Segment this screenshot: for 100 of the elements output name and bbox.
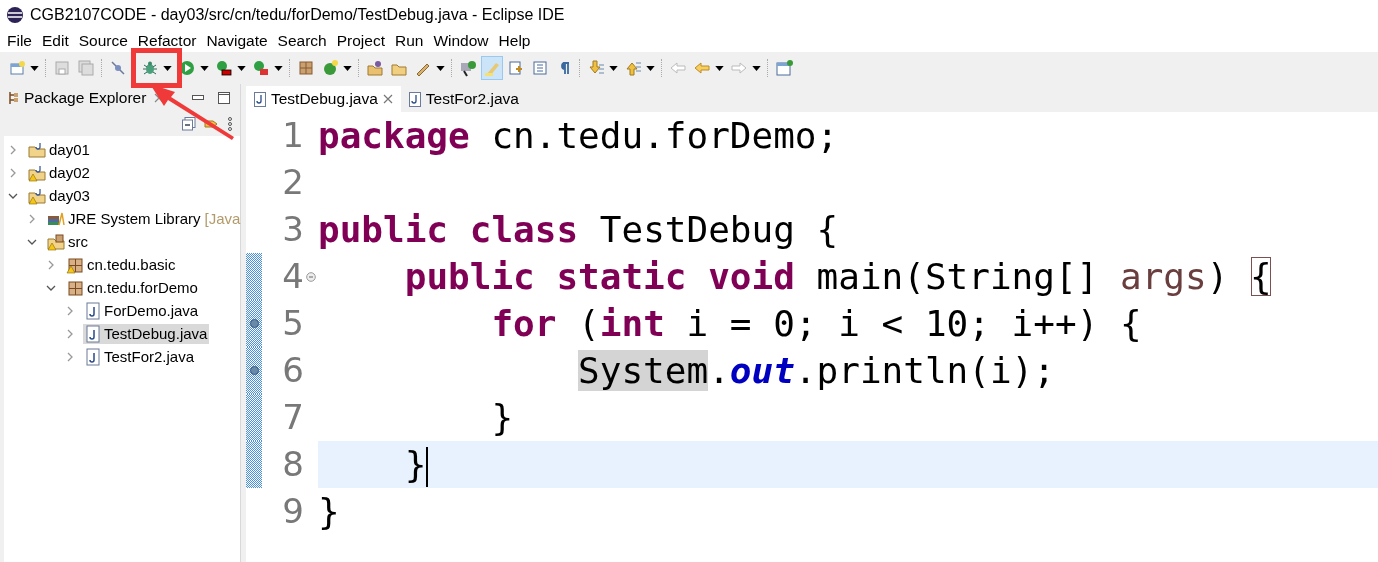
close-icon[interactable] <box>382 94 393 104</box>
line-number: 3 <box>282 208 304 251</box>
block-icon <box>507 59 525 77</box>
menu-item[interactable]: Window <box>428 32 494 50</box>
tree-item[interactable]: day01 <box>26 139 92 160</box>
range-marker <box>246 441 262 488</box>
project-folder-icon <box>28 186 46 205</box>
menu-item[interactable]: Source <box>73 32 133 50</box>
expand-chevron-icon[interactable] <box>8 167 18 178</box>
dropdown-caret-icon[interactable] <box>163 65 172 71</box>
menu-item[interactable]: Search <box>272 32 332 50</box>
dropdown-caret-icon[interactable] <box>436 65 445 71</box>
next-annotation-icon <box>587 59 605 77</box>
expand-chevron-icon[interactable] <box>46 259 56 270</box>
tree-item-decoration: [Java <box>204 210 241 227</box>
dropdown-caret-icon[interactable] <box>646 65 655 71</box>
collapse-all-icon[interactable] <box>182 117 196 131</box>
breakpoint-icon <box>109 59 127 77</box>
expand-chevron-icon[interactable] <box>27 213 37 224</box>
tree-item[interactable]: TestFor2.java <box>83 346 197 367</box>
code-line: } <box>490 397 514 438</box>
occurrence-marker <box>249 366 259 375</box>
run-coverage-icon <box>215 59 233 77</box>
menu-item[interactable]: Navigate <box>201 32 273 50</box>
tree-item[interactable]: JRE System Library <box>45 208 203 229</box>
line-number: 8 <box>282 443 304 486</box>
code-line: System.out.println(i); <box>577 350 1055 391</box>
line-number: 4 <box>282 255 304 298</box>
save-icon <box>53 59 71 77</box>
back-arrow-icon <box>693 59 711 77</box>
source-folder-icon <box>47 232 65 251</box>
dropdown-caret-icon[interactable] <box>237 65 246 71</box>
dropdown-caret-icon[interactable] <box>609 65 618 71</box>
new-class-icon <box>321 59 339 77</box>
text-cursor <box>426 447 429 487</box>
tree-item[interactable]: cn.tedu.basic <box>64 254 178 275</box>
tree-item[interactable]: cn.tedu.forDemo <box>64 277 200 298</box>
menu-item[interactable]: Edit <box>37 32 74 50</box>
occurrence-marker <box>249 319 259 328</box>
new-file-icon <box>8 59 26 77</box>
list-icon <box>531 59 549 77</box>
previous-annotation-icon <box>624 59 642 77</box>
expand-chevron-icon[interactable] <box>8 144 18 155</box>
menu-item[interactable]: File <box>2 32 37 50</box>
menu-item[interactable]: Run <box>390 32 429 50</box>
menu-item[interactable]: Refactor <box>132 32 202 50</box>
window-title: CGB2107CODE - day03/src/cn/tedu/forDemo/TestDebug.java - Eclipse IDE <box>30 6 565 24</box>
tree-item[interactable]: day02 <box>26 162 92 183</box>
dropdown-caret-icon[interactable] <box>752 65 761 71</box>
project-folder-icon <box>28 163 46 182</box>
dropdown-caret-icon[interactable] <box>715 65 724 71</box>
range-marker <box>246 394 262 441</box>
minimize-icon[interactable] <box>192 95 204 101</box>
editor-tab[interactable]: TestDebug.java <box>246 86 401 112</box>
panel-title: Package Explorer <box>24 89 147 107</box>
line-number: 6 <box>282 349 304 392</box>
tree-item[interactable]: ForDemo.java <box>83 300 201 321</box>
line-number: 7 <box>282 396 304 439</box>
dropdown-caret-icon[interactable] <box>30 65 39 71</box>
package-explorer-icon <box>8 91 20 105</box>
expand-chevron-icon[interactable] <box>65 328 75 339</box>
dropdown-caret-icon[interactable] <box>274 65 283 71</box>
bug-icon <box>141 59 159 77</box>
code-line: } <box>403 444 427 485</box>
code-line: for (int i = 0; i < 10; i++) { <box>490 303 1142 344</box>
java-file-icon <box>408 91 421 107</box>
run-tool-icon <box>252 59 270 77</box>
tree-item[interactable]: TestDebug.java <box>83 323 210 344</box>
line-number: 2 <box>282 161 304 204</box>
range-marker <box>246 253 262 300</box>
package-icon <box>66 255 84 274</box>
task-icon <box>459 59 477 77</box>
java-file-icon <box>85 301 101 320</box>
eclipse-logo-icon <box>6 6 24 24</box>
maximize-icon[interactable] <box>218 92 230 104</box>
menu-item[interactable]: Project <box>331 32 390 50</box>
view-menu-icon[interactable] <box>228 117 232 131</box>
java-file-icon <box>85 324 101 343</box>
dropdown-caret-icon[interactable] <box>343 65 352 71</box>
code-line: } <box>318 491 340 532</box>
project-folder-icon <box>28 140 46 159</box>
code-line: public class TestDebug { <box>318 209 839 250</box>
expand-chevron-icon[interactable] <box>65 351 75 362</box>
code-line: package cn.tedu.forDemo; <box>318 115 839 156</box>
fold-collapse-icon[interactable] <box>306 271 316 282</box>
save-all-icon <box>77 59 95 77</box>
window-icon <box>775 59 793 77</box>
open-project-icon <box>366 59 384 77</box>
tree-item[interactable]: day03 <box>26 185 92 206</box>
tree-item[interactable]: src <box>45 231 90 252</box>
package-icon <box>66 278 84 297</box>
package-icon <box>297 59 315 77</box>
line-number: 5 <box>282 302 304 345</box>
line-number: 9 <box>282 490 304 533</box>
editor-tab[interactable]: TestFor2.java <box>400 86 527 112</box>
dropdown-caret-icon[interactable] <box>200 65 209 71</box>
menu-item[interactable]: Help <box>493 32 536 50</box>
expand-chevron-icon[interactable] <box>65 305 75 316</box>
code-line: public static void main(String[] args) { <box>403 256 1272 297</box>
java-file-icon <box>254 91 266 107</box>
